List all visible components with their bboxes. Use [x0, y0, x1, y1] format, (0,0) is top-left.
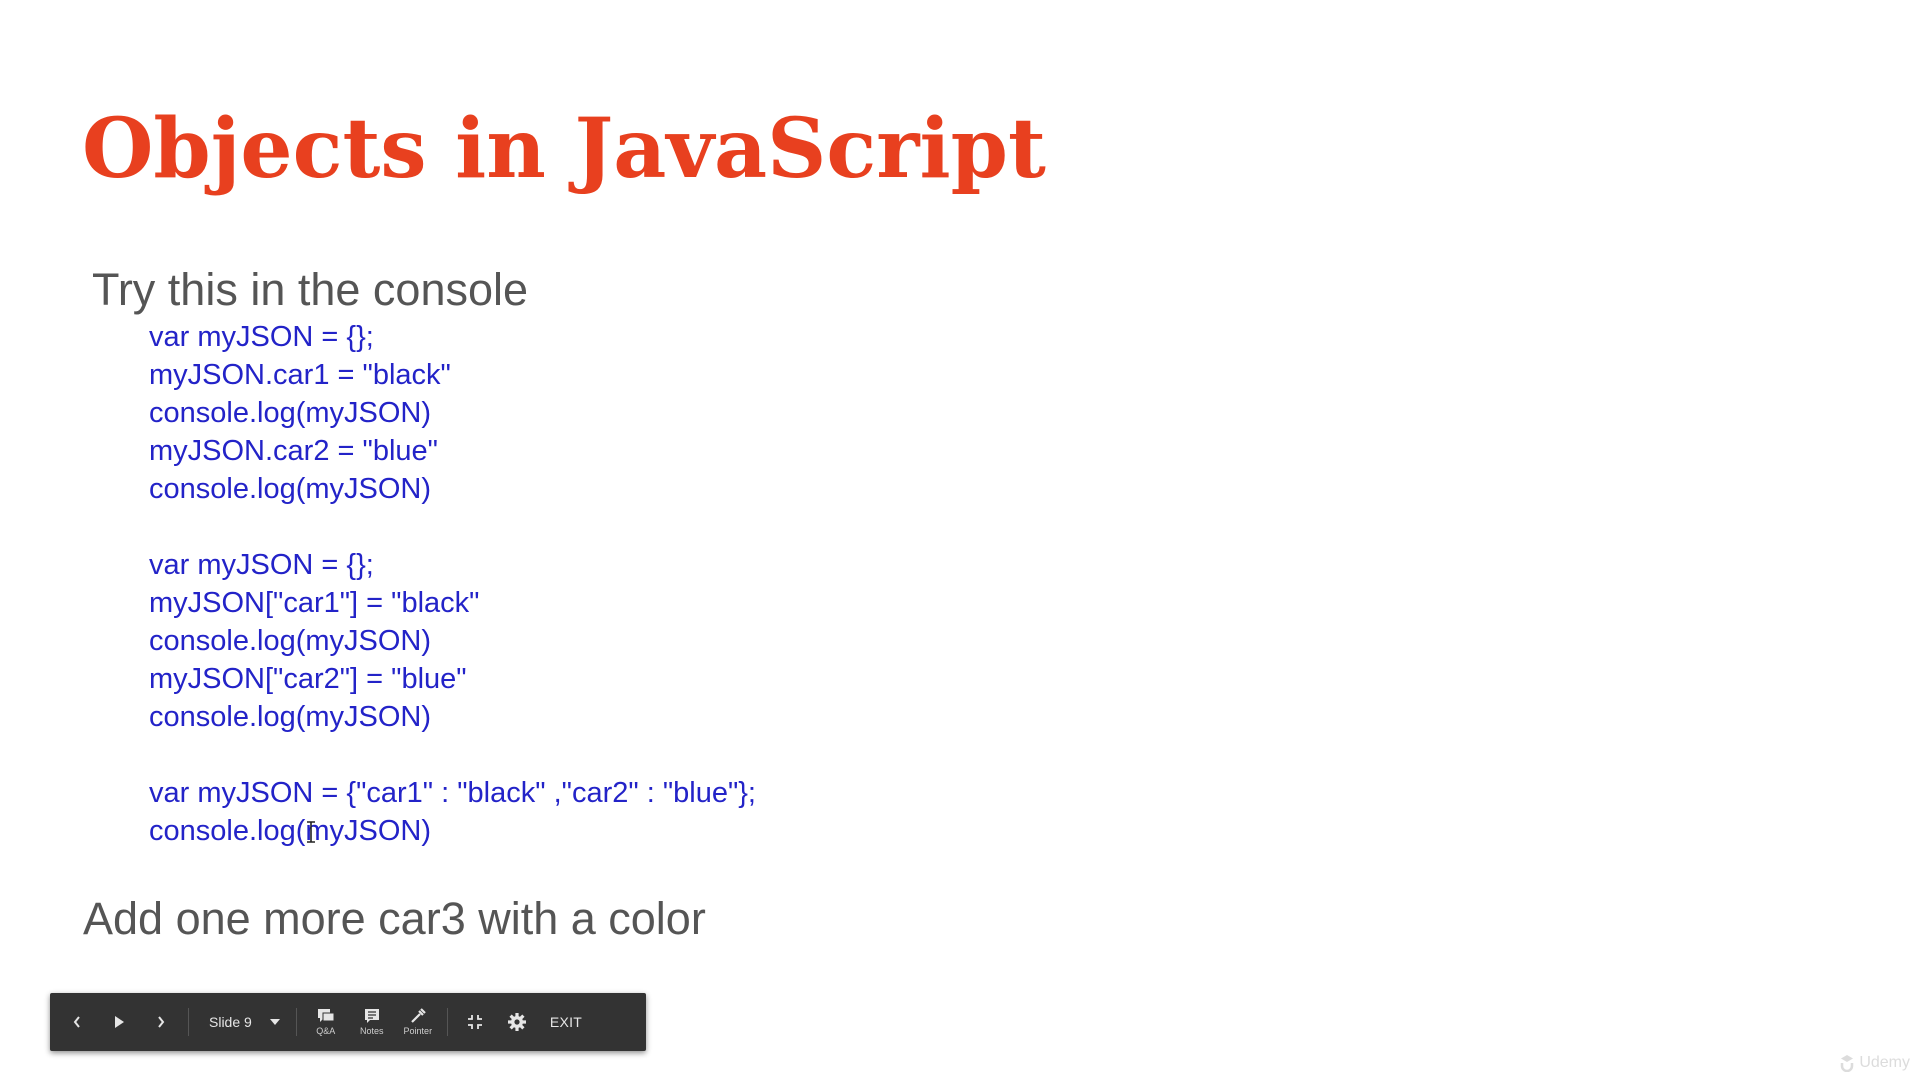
code-line: console.log(myJSON)	[149, 625, 432, 657]
slide-intro-text: Try this in the console	[92, 264, 529, 315]
code-line: console.log(myJSON)	[149, 473, 432, 505]
presenter-toolbar: Slide 9 Q&A Notes Pointer EXIT	[50, 993, 646, 1051]
exit-button[interactable]: EXIT	[538, 993, 594, 1051]
caret-down-icon	[269, 1019, 280, 1025]
code-line: console.log(myJSON)	[149, 815, 432, 847]
chevron-left-icon	[73, 1016, 80, 1028]
slide-select-dropdown[interactable]: Slide 9	[195, 993, 290, 1051]
udemy-watermark: Udemy	[1839, 1054, 1910, 1072]
pointer-button[interactable]: Pointer	[395, 993, 441, 1051]
pointer-label: Pointer	[403, 1026, 433, 1036]
qa-icon	[317, 1009, 335, 1022]
exit-fullscreen-icon	[467, 1015, 482, 1029]
udemy-logo-icon	[1841, 1055, 1854, 1072]
code-example-block: var myJSON = {}; myJSON.car1 = "black" con…	[149, 318, 756, 850]
watermark-text: Udemy	[1859, 1054, 1910, 1071]
code-line: console.log(myJSON)	[149, 701, 432, 733]
slide-title: Objects in JavaScript	[82, 101, 1046, 197]
code-line: myJSON["car1"] = "black"	[149, 587, 480, 619]
notes-label: Notes	[360, 1026, 384, 1036]
notes-icon	[364, 1009, 379, 1023]
qa-label: Q&A	[316, 1026, 336, 1036]
play-button[interactable]	[98, 993, 140, 1051]
qa-button[interactable]: Q&A	[303, 993, 349, 1051]
slide-select-label: Slide 9	[209, 1014, 252, 1030]
notes-button[interactable]: Notes	[349, 993, 395, 1051]
code-line: myJSON["car2"] = "blue"	[149, 663, 467, 695]
settings-button[interactable]	[496, 993, 538, 1051]
code-line: var myJSON = {};	[149, 549, 374, 581]
exit-fullscreen-button[interactable]	[454, 993, 496, 1051]
next-slide-button[interactable]	[140, 993, 182, 1051]
laser-pointer-icon	[411, 1008, 426, 1023]
code-line: myJSON.car2 = "blue"	[149, 435, 438, 467]
text-cursor-icon	[307, 821, 315, 843]
slide-exercise-text: Add one more car3 with a color	[83, 893, 706, 944]
previous-slide-button[interactable]	[56, 993, 98, 1051]
code-line: var myJSON = {"car1" : "black" ,"car2" :…	[149, 777, 756, 809]
toolbar-divider	[446, 1008, 448, 1036]
play-icon	[115, 1016, 124, 1028]
chevron-right-icon	[158, 1016, 165, 1028]
code-line: console.log(myJSON)	[149, 397, 432, 429]
code-line: var myJSON = {};	[149, 321, 374, 353]
code-line: myJSON.car1 = "black"	[149, 359, 451, 391]
toolbar-divider	[188, 1008, 189, 1036]
gear-icon	[507, 1013, 526, 1031]
presentation-slide: Objects in JavaScript Try this in the co…	[0, 0, 1920, 1080]
toolbar-divider	[295, 1008, 297, 1036]
